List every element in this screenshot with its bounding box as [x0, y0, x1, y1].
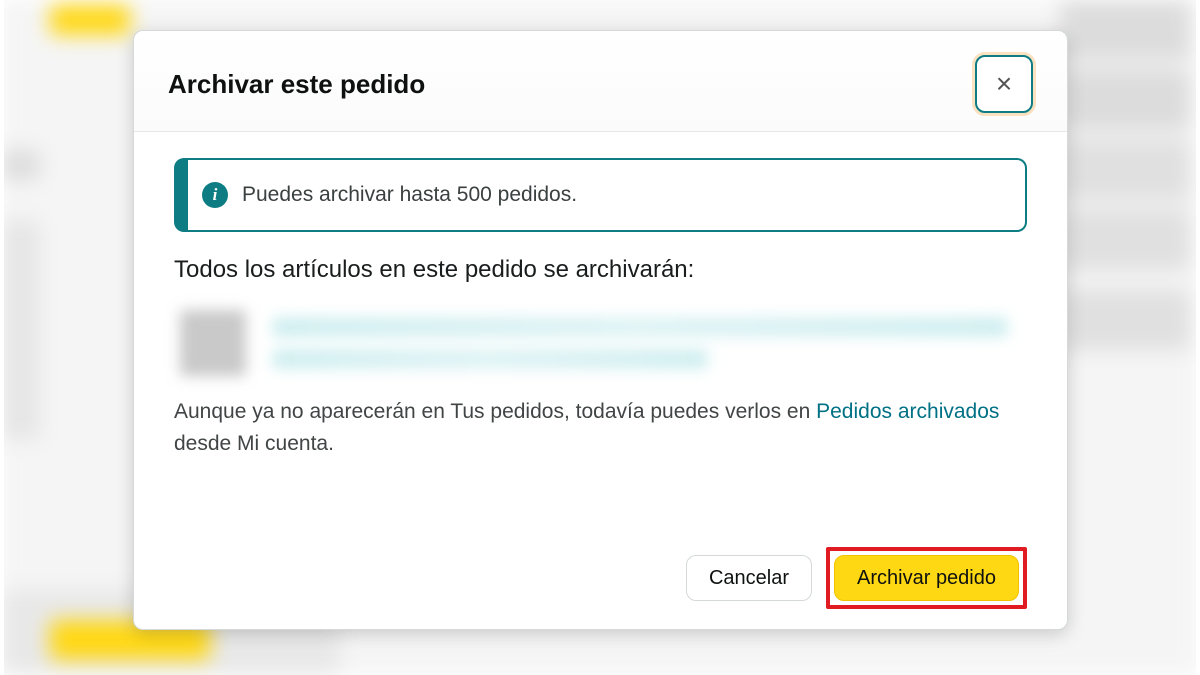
- archive-order-button[interactable]: Archivar pedido: [834, 555, 1019, 601]
- note-text-before: Aunque ya no aparecerán en Tus pedidos, …: [174, 400, 816, 423]
- modal-body: i Puedes archivar hasta 500 pedidos. Tod…: [134, 132, 1067, 629]
- note-text-after: desde Mi cuenta.: [174, 432, 334, 455]
- items-heading: Todos los artículos en este pedido se ar…: [174, 256, 1027, 284]
- info-icon: i: [202, 182, 228, 208]
- item-thumbnail: [180, 310, 246, 376]
- item-title-redacted: [272, 317, 1023, 369]
- archive-note: Aunque ya no aparecerán en Tus pedidos, …: [174, 396, 1027, 459]
- info-alert: i Puedes archivar hasta 500 pedidos.: [174, 158, 1027, 232]
- close-button[interactable]: ×: [975, 55, 1033, 113]
- instruction-highlight: Archivar pedido: [826, 547, 1027, 609]
- modal-title: Archivar este pedido: [168, 69, 425, 100]
- info-alert-text: Puedes archivar hasta 500 pedidos.: [242, 183, 577, 207]
- modal-header: Archivar este pedido ×: [134, 31, 1067, 132]
- modal-footer: Cancelar Archivar pedido: [174, 525, 1027, 609]
- archive-order-modal: Archivar este pedido × i Puedes archivar…: [133, 30, 1068, 630]
- cancel-button[interactable]: Cancelar: [686, 555, 812, 601]
- order-item-row: [174, 302, 1027, 390]
- close-icon: ×: [996, 70, 1012, 98]
- archived-orders-link[interactable]: Pedidos archivados: [816, 400, 999, 423]
